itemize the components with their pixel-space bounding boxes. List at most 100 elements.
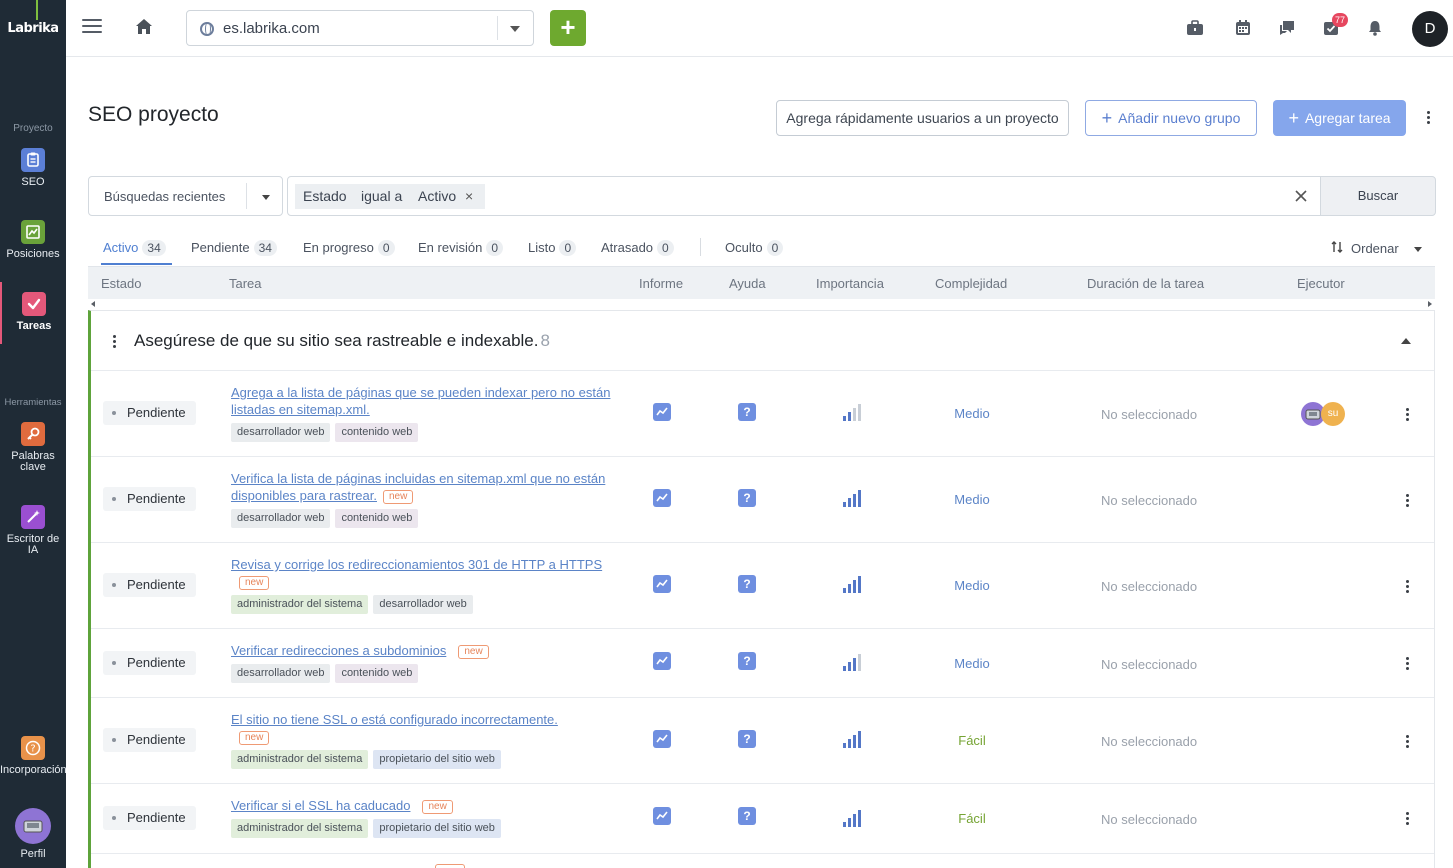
complexity-value[interactable]: Medio (926, 492, 1018, 507)
tab-active[interactable]: Activo 34 (103, 240, 166, 256)
chevron-down-icon[interactable] (262, 195, 270, 200)
tab-in-progress[interactable]: En progreso 0 (303, 240, 395, 256)
filter-operator-chip[interactable]: igual a (353, 184, 411, 209)
duration-value[interactable]: No seleccionado (1101, 493, 1197, 508)
chevron-up-icon[interactable] (1401, 338, 1411, 344)
complexity-value[interactable]: Medio (926, 656, 1018, 671)
column-header-executor[interactable]: Ejecutor (1297, 276, 1345, 291)
tag[interactable]: administrador del sistema (231, 750, 369, 769)
sidebar-item-keywords[interactable]: Palabras clave (0, 422, 66, 473)
filter-field-chip[interactable]: Estado (295, 184, 355, 209)
scroll-left-icon[interactable] (91, 301, 95, 307)
help-icon[interactable]: ? (738, 807, 756, 825)
chevron-down-icon[interactable] (510, 26, 520, 32)
status-badge[interactable]: Pendiente (103, 573, 196, 597)
column-header-status[interactable]: Estado (101, 276, 141, 291)
tab-in-review[interactable]: En revisión 0 (418, 240, 503, 256)
complexity-value[interactable]: Fácil (926, 733, 1018, 748)
sidebar-item-ai-writer[interactable]: Escritor de IA (0, 505, 66, 556)
task-link[interactable]: Revisa y corrige los redireccionamientos… (231, 557, 602, 572)
calendar-icon[interactable] (1234, 19, 1252, 37)
column-header-task[interactable]: Tarea (229, 276, 262, 291)
report-icon[interactable] (653, 575, 671, 593)
tag[interactable]: desarrollador web (231, 664, 331, 683)
task-link[interactable]: Agrega a la lista de páginas que se pued… (231, 385, 610, 417)
row-options-icon[interactable] (1406, 580, 1410, 595)
column-header-report[interactable]: Informe (639, 276, 683, 291)
help-icon[interactable]: ? (738, 403, 756, 421)
help-icon[interactable]: ? (738, 652, 756, 670)
help-icon[interactable]: ? (738, 489, 756, 507)
tab-overdue[interactable]: Atrasado 0 (601, 240, 674, 256)
site-selector[interactable]: es.labrika.com (186, 10, 534, 46)
complexity-value[interactable]: Medio (926, 406, 1018, 421)
group-options-icon[interactable] (113, 335, 117, 350)
row-options-icon[interactable] (1406, 735, 1410, 750)
task-link[interactable]: El sitio no tiene SSL o está configurado… (231, 712, 558, 727)
sidebar-item-tasks[interactable]: Tareas (0, 282, 66, 344)
column-header-duration[interactable]: Duración de la tarea (1087, 276, 1204, 291)
status-badge[interactable]: Pendiente (103, 651, 196, 675)
user-avatar[interactable]: D (1412, 11, 1448, 47)
tab-pending[interactable]: Pendiente 34 (191, 240, 277, 256)
row-options-icon[interactable] (1406, 657, 1410, 672)
duration-value[interactable]: No seleccionado (1101, 657, 1197, 672)
tag[interactable]: administrador del sistema (231, 819, 369, 838)
status-badge[interactable]: Pendiente (103, 806, 196, 830)
task-link[interactable]: Verifica la lista de páginas incluidas e… (231, 471, 605, 503)
status-badge[interactable]: Pendiente (103, 487, 196, 511)
add-task-button[interactable]: + Agregar tarea (1273, 100, 1406, 136)
horizontal-scrollbar[interactable] (88, 299, 1435, 309)
column-header-importance[interactable]: Importancia (816, 276, 884, 291)
filter-value-chip[interactable]: Activo × (410, 184, 485, 209)
sidebar-item-seo[interactable]: SEO (0, 148, 66, 188)
tab-done[interactable]: Listo 0 (528, 240, 577, 256)
briefcase-icon[interactable] (1186, 19, 1204, 37)
add-group-button[interactable]: + Añadir nuevo grupo (1085, 100, 1257, 136)
more-options-icon[interactable] (1427, 111, 1431, 126)
task-link[interactable]: Verificar redirecciones a subdominios (231, 643, 446, 658)
menu-icon[interactable] (82, 19, 102, 35)
sidebar-item-profile[interactable]: Perfil (0, 808, 66, 860)
tag[interactable]: desarrollador web (231, 423, 331, 442)
help-icon[interactable]: ? (738, 575, 756, 593)
tag[interactable]: contenido web (335, 423, 419, 442)
group-title[interactable]: Asegúrese de que su sitio sea rastreable… (134, 331, 550, 351)
tag[interactable]: contenido web (335, 509, 419, 528)
search-button[interactable]: Buscar (1320, 176, 1436, 216)
report-icon[interactable] (653, 807, 671, 825)
tag[interactable]: desarrollador web (373, 595, 473, 614)
complexity-value[interactable]: Fácil (926, 811, 1018, 826)
tab-hidden[interactable]: Oculto 0 (725, 240, 784, 256)
tag[interactable]: contenido web (335, 664, 419, 683)
add-users-button[interactable]: Agrega rápidamente usuarios a un proyect… (776, 100, 1069, 136)
duration-value[interactable]: No seleccionado (1101, 579, 1197, 594)
tag[interactable]: propietario del sitio web (373, 819, 501, 838)
help-icon[interactable]: ? (738, 730, 756, 748)
duration-value[interactable]: No seleccionado (1101, 812, 1197, 827)
sidebar-item-onboarding[interactable]: ? Incorporación (0, 736, 67, 776)
add-project-button[interactable]: + (550, 10, 586, 46)
filter-bar[interactable]: Estado igual a Activo × Buscar (287, 176, 1436, 216)
clear-filter-icon[interactable] (1293, 188, 1309, 204)
column-header-complexity[interactable]: Complejidad (935, 276, 1007, 291)
scroll-right-icon[interactable] (1428, 301, 1432, 307)
duration-value[interactable]: No seleccionado (1101, 734, 1197, 749)
task-link[interactable]: Verificar si el SSL ha caducado (231, 798, 410, 813)
report-icon[interactable] (653, 403, 671, 421)
sidebar-item-positions[interactable]: Posiciones (0, 220, 66, 260)
bell-icon[interactable] (1366, 19, 1384, 37)
report-icon[interactable] (653, 652, 671, 670)
home-icon[interactable] (132, 14, 156, 38)
tag[interactable]: desarrollador web (231, 509, 331, 528)
status-badge[interactable]: Pendiente (103, 401, 196, 425)
row-options-icon[interactable] (1406, 494, 1410, 509)
chat-icon[interactable] (1278, 19, 1296, 37)
remove-chip-icon[interactable]: × (465, 184, 473, 209)
report-icon[interactable] (653, 730, 671, 748)
sort-button[interactable]: Ordenar (1331, 241, 1423, 256)
duration-value[interactable]: No seleccionado (1101, 407, 1197, 422)
tag[interactable]: administrador del sistema (231, 595, 369, 614)
report-icon[interactable] (653, 489, 671, 507)
tag[interactable]: propietario del sitio web (373, 750, 501, 769)
